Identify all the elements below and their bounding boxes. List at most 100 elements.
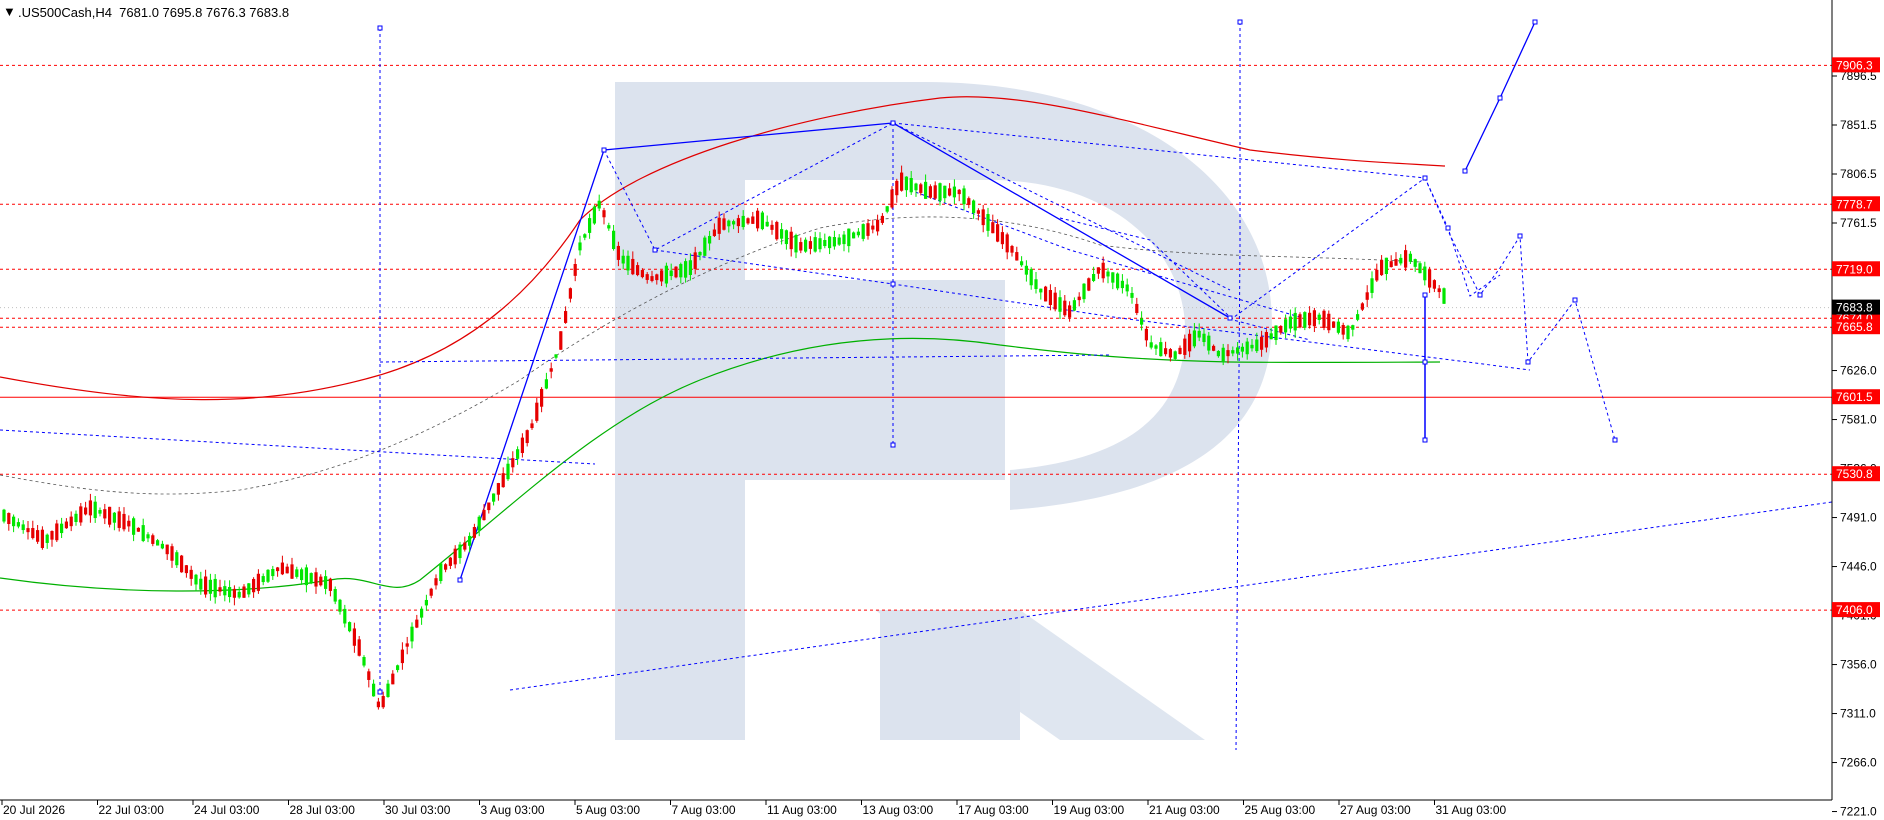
candle-body [669,270,673,277]
bear-candle [1164,341,1168,357]
candle-body [21,524,25,531]
bull-candle [300,567,304,585]
candle-body [141,525,145,542]
pattern-anchor-point[interactable] [1462,168,1468,174]
pattern-anchor-point[interactable] [1572,297,1578,303]
bear-candle [1341,322,1345,340]
candle-body [1370,278,1374,293]
pattern-anchor-point[interactable] [890,442,896,448]
pattern-anchor-point[interactable] [1517,233,1523,239]
candle-body [1044,286,1048,302]
pattern-anchor-point[interactable] [1227,315,1233,321]
candle-body [242,586,246,598]
pattern-anchor-point[interactable] [1525,359,1531,365]
bear-candle [1279,325,1283,335]
bull-candle [804,237,808,253]
bear-candle [520,433,524,458]
bear-candle [1135,297,1139,316]
bull-candle [333,586,337,605]
pattern-anchor-point[interactable] [1445,225,1451,231]
pattern-anchor-point[interactable] [377,25,383,31]
bear-candle [122,507,126,532]
x-tick-label: 25 Aug 03:00 [1245,803,1316,817]
bear-candle [871,219,875,234]
candle-body [842,234,846,245]
bear-candle [472,523,476,540]
pattern-anchor-point[interactable] [1422,437,1428,443]
bear-candle [1015,246,1019,261]
candle-body [1288,316,1292,329]
price-chart[interactable]: 7896.57851.57806.57761.57671.07626.07581… [0,0,1884,820]
dropdown-arrow-icon[interactable]: ▼ [3,4,16,19]
candle-body [1327,313,1331,331]
bear-candle [564,306,568,324]
candle-body [861,224,865,239]
candle-body [1279,325,1283,333]
pattern-anchor-point[interactable] [1477,292,1483,298]
candle-body [280,562,284,575]
candle-body [1029,269,1033,286]
candle-body [511,458,515,468]
bear-candle [568,287,572,303]
candle-body [1048,290,1052,306]
candle-body [1408,253,1412,262]
bear-candle [444,563,448,573]
pattern-anchor-point[interactable] [1422,175,1428,181]
bull-candle [1413,258,1417,272]
bull-candle [516,446,520,465]
candle-body [1039,288,1043,293]
candle-body [1380,260,1384,276]
bull-candle [583,233,587,241]
bear-candle [602,207,606,225]
bear-candle [928,184,932,199]
pattern-anchor-point[interactable] [377,689,383,695]
pattern-anchor-point[interactable] [1422,292,1428,298]
bull-candle [439,562,443,584]
bear-candle [40,526,44,550]
bear-candle [1380,255,1384,276]
candle-body [1197,330,1201,338]
pattern-anchor-point[interactable] [1237,19,1243,25]
bull-candle [1149,335,1153,350]
bull-candle [1423,261,1427,286]
candle-body [1159,342,1163,357]
candle-body [530,423,534,429]
pattern-anchor-point[interactable] [890,120,896,126]
pattern-anchor-point[interactable] [601,147,607,153]
bull-candle [1384,257,1388,281]
candle-body [1236,347,1240,354]
bull-candle [175,550,179,568]
candle-body [996,224,1000,242]
pattern-anchor-point[interactable] [1532,19,1538,25]
bull-candle [396,664,400,673]
x-tick-label: 21 Aug 03:00 [1149,803,1220,817]
bull-candle [1039,288,1043,300]
bear-candle [919,182,923,196]
bear-candle [1428,266,1432,293]
pattern-anchor-point[interactable] [890,281,896,287]
pattern-anchor-point[interactable] [1422,359,1428,365]
bear-candle [890,186,894,209]
bear-candle [103,503,107,525]
bear-candle [367,668,371,688]
candle-body [333,589,337,602]
candle-body [616,245,620,260]
y-tick-label: 7356.0 [1840,658,1877,672]
candle-body [228,587,232,598]
pattern-anchor-point[interactable] [1497,95,1503,101]
candle-body [199,578,203,590]
bull-candle [1116,272,1120,291]
bear-candle [127,515,131,532]
candle-body [967,198,971,205]
y-tick-label: 7491.0 [1840,511,1877,525]
pattern-anchor-point[interactable] [652,247,658,253]
pattern-anchor-point[interactable] [1612,437,1618,443]
bull-candle [45,533,49,549]
pattern-anchor-point[interactable] [457,577,463,583]
candle-body [1020,261,1024,266]
candle-body [496,483,500,495]
bear-candle [319,574,323,587]
bull-candle [904,176,908,197]
candle-body [151,535,155,544]
candle-body [1389,261,1393,268]
